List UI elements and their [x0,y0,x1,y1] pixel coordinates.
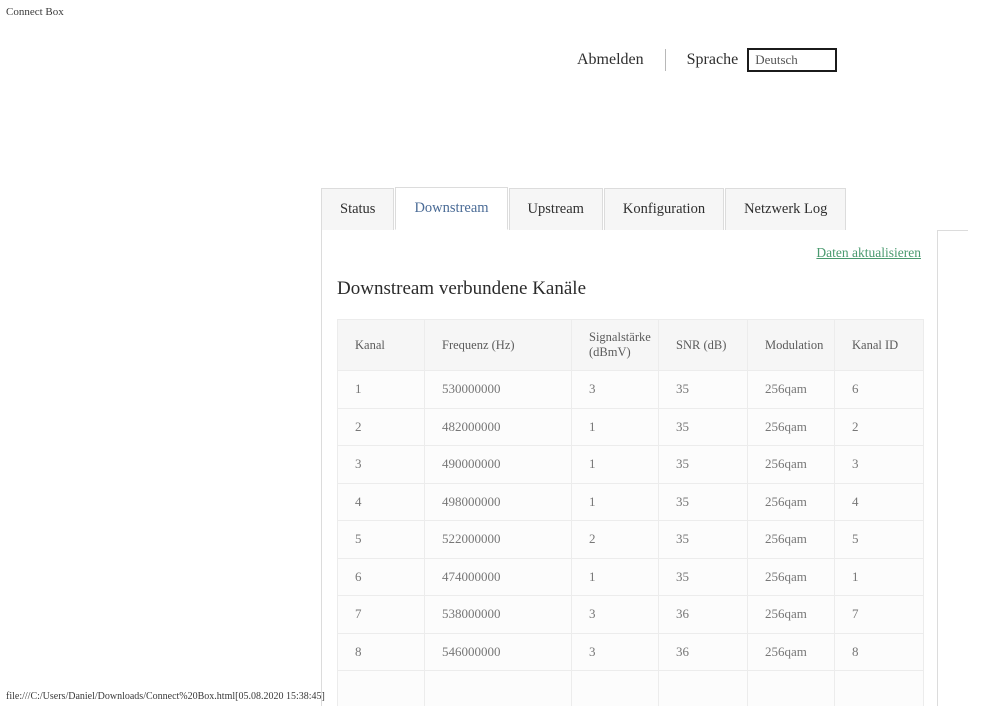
cell-snr: 35 [659,483,748,521]
cell-signalstaerke [572,671,659,706]
cell-modulation: 256qam [748,633,835,671]
cell-kanal-id: 1 [835,558,924,596]
cell-modulation [748,671,835,706]
cell-signalstaerke: 1 [572,483,659,521]
cell-kanal-id: 7 [835,596,924,634]
cell-snr: 35 [659,408,748,446]
table-row: 7538000000336256qam7 [338,596,924,634]
cell-modulation: 256qam [748,596,835,634]
page-title: Connect Box [6,6,64,19]
table-header: Kanal Frequenz (Hz) Signalstärke (dBmV) … [338,320,924,371]
language-select[interactable]: Deutsch [747,48,837,72]
column-header-snr: SNR (dB) [659,320,748,371]
logout-link[interactable]: Abmelden [577,50,644,70]
downstream-panel: Daten aktualisieren Downstream verbunden… [321,230,938,706]
cell-kanal: 2 [338,408,425,446]
cell-kanal-id: 8 [835,633,924,671]
refresh-data-link[interactable]: Daten aktualisieren [816,245,921,260]
page-footer-path: file:///C:/Users/Daniel/Downloads/Connec… [6,691,325,703]
cell-kanal: 6 [338,558,425,596]
downstream-channels-table: Kanal Frequenz (Hz) Signalstärke (dBmV) … [337,319,924,706]
cell-kanal: 5 [338,521,425,559]
tab-netzwerk-log[interactable]: Netzwerk Log [725,188,846,230]
cell-snr [659,671,748,706]
cell-kanal: 8 [338,633,425,671]
downstream-table-wrap: Kanal Frequenz (Hz) Signalstärke (dBmV) … [337,319,923,706]
cell-frequenz: 482000000 [425,408,572,446]
cell-frequenz [425,671,572,706]
table-row: 1530000000335256qam6 [338,371,924,409]
cell-signalstaerke: 1 [572,558,659,596]
tab-downstream[interactable]: Downstream [395,187,507,230]
column-header-kanal-id: Kanal ID [835,320,924,371]
cell-modulation: 256qam [748,521,835,559]
tab-upstream[interactable]: Upstream [509,188,603,230]
cell-kanal: 1 [338,371,425,409]
cell-snr: 35 [659,371,748,409]
cell-snr: 35 [659,446,748,484]
cell-kanal-id: 4 [835,483,924,521]
cell-kanal-id [835,671,924,706]
cell-kanal [338,671,425,706]
table-row [338,671,924,706]
cell-kanal: 7 [338,596,425,634]
cell-signalstaerke: 3 [572,633,659,671]
section-heading: Downstream verbundene Kanäle [337,277,586,301]
cell-modulation: 256qam [748,446,835,484]
table-row: 4498000000135256qam4 [338,483,924,521]
cell-kanal: 3 [338,446,425,484]
cell-kanal-id: 3 [835,446,924,484]
cell-kanal: 4 [338,483,425,521]
cell-snr: 35 [659,558,748,596]
table-header-row: Kanal Frequenz (Hz) Signalstärke (dBmV) … [338,320,924,371]
cell-frequenz: 498000000 [425,483,572,521]
cell-signalstaerke: 1 [572,446,659,484]
tab-konfiguration[interactable]: Konfiguration [604,188,724,230]
column-header-modulation: Modulation [748,320,835,371]
cell-frequenz: 530000000 [425,371,572,409]
cell-frequenz: 546000000 [425,633,572,671]
utility-bar: Abmelden Sprache Deutsch [0,44,999,76]
cell-snr: 35 [659,521,748,559]
cell-kanal-id: 5 [835,521,924,559]
table-row: 5522000000235256qam5 [338,521,924,559]
table-body: 1530000000335256qam62482000000135256qam2… [338,371,924,706]
cell-signalstaerke: 2 [572,521,659,559]
cell-signalstaerke: 1 [572,408,659,446]
cell-frequenz: 538000000 [425,596,572,634]
cell-frequenz: 474000000 [425,558,572,596]
cell-signalstaerke: 3 [572,596,659,634]
column-header-frequenz: Frequenz (Hz) [425,320,572,371]
cell-modulation: 256qam [748,408,835,446]
table-row: 8546000000336256qam8 [338,633,924,671]
cell-snr: 36 [659,596,748,634]
cell-modulation: 256qam [748,371,835,409]
column-header-kanal: Kanal [338,320,425,371]
table-row: 6474000000135256qam1 [338,558,924,596]
column-header-signalstaerke: Signalstärke (dBmV) [572,320,659,371]
utility-divider [665,49,666,71]
cell-modulation: 256qam [748,558,835,596]
table-row: 2482000000135256qam2 [338,408,924,446]
tab-strip: Status Downstream Upstream Konfiguration… [321,188,968,231]
cell-kanal-id: 6 [835,371,924,409]
tab-status[interactable]: Status [321,188,394,230]
cell-snr: 36 [659,633,748,671]
cell-modulation: 256qam [748,483,835,521]
cell-signalstaerke: 3 [572,371,659,409]
cell-kanal-id: 2 [835,408,924,446]
refresh-row: Daten aktualisieren [816,244,921,262]
cell-frequenz: 490000000 [425,446,572,484]
cell-frequenz: 522000000 [425,521,572,559]
language-label: Sprache [687,50,739,70]
table-row: 3490000000135256qam3 [338,446,924,484]
